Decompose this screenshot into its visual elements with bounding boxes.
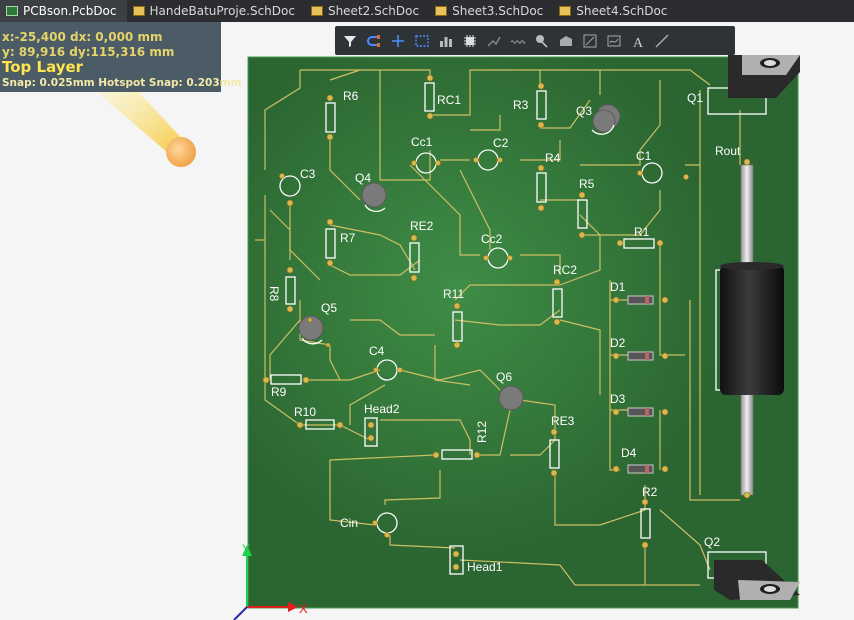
label-q5: Q5: [321, 301, 337, 315]
label-re3: RE3: [551, 414, 575, 428]
label-r8: R8: [267, 286, 281, 302]
label-q1: Q1: [687, 91, 703, 105]
place-pin-icon[interactable]: [531, 30, 553, 52]
label-r1: R1: [634, 225, 650, 239]
coordinate-info-overlay: x:-25,400 dx: 0,000 mm y: 89,916 dy:115,…: [0, 22, 242, 92]
label-rc1: RC1: [437, 93, 461, 107]
label-c1: C1: [636, 149, 652, 163]
axis-x-label: X: [299, 601, 308, 616]
diff-pair-icon[interactable]: [507, 30, 529, 52]
label-r5: R5: [579, 177, 595, 191]
component-icon[interactable]: [459, 30, 481, 52]
label-q3: Q3: [576, 104, 592, 118]
snap-info: Snap: 0.025mm Hotspot Snap: 0.203mm: [2, 77, 242, 89]
label-r6: R6: [343, 89, 359, 103]
current-layer-label: Top Layer: [2, 58, 84, 76]
active-bar-toolbar: A: [335, 26, 735, 55]
label-r11: R11: [443, 287, 464, 301]
label-r9: R9: [271, 385, 287, 399]
label-d1: D1: [610, 280, 626, 294]
label-q4: Q4: [355, 171, 371, 185]
text-icon[interactable]: A: [627, 30, 649, 52]
add-cross-icon[interactable]: [387, 30, 409, 52]
label-head1: Head1: [467, 560, 503, 574]
y-coordinate-readout: y: 89,916 dy:115,316 mm: [2, 45, 175, 59]
label-c2: C2: [493, 136, 509, 150]
label-q2: Q2: [704, 535, 720, 549]
label-cc1: Cc1: [411, 135, 433, 149]
label-cin: Cin: [340, 516, 358, 530]
select-rect-icon[interactable]: [411, 30, 433, 52]
label-c3: C3: [300, 167, 316, 181]
label-r10: R10: [294, 405, 316, 419]
label-re2: RE2: [410, 219, 434, 233]
route-icon[interactable]: [483, 30, 505, 52]
label-d3: D3: [610, 392, 626, 406]
dimension-icon[interactable]: [579, 30, 601, 52]
svg-text:A: A: [633, 36, 644, 49]
line-icon[interactable]: [651, 30, 673, 52]
label-rc2: RC2: [553, 263, 577, 277]
label-r3: R3: [513, 98, 529, 112]
label-c4: C4: [369, 344, 385, 358]
chart-icon[interactable]: [435, 30, 457, 52]
label-cc2: Cc2: [481, 232, 503, 246]
pcb-board-view[interactable]: R6 RC1 R3 Q3 Q1 C3 Q4 Cc1 C2 R4 C1 Rout …: [0, 0, 854, 620]
polygon-icon[interactable]: [555, 30, 577, 52]
view-camera-indicator: [96, 88, 196, 167]
label-r12: R12: [475, 421, 489, 443]
label-head2: Head2: [364, 402, 400, 416]
label-rout: Rout: [715, 144, 741, 158]
interactive-route-icon[interactable]: [363, 30, 385, 52]
filter-icon[interactable]: [339, 30, 361, 52]
label-d4: D4: [621, 446, 637, 460]
x-coordinate-readout: x:-25,400 dx: 0,000 mm: [2, 30, 163, 44]
label-q6: Q6: [496, 370, 512, 384]
label-r2: R2: [642, 485, 658, 499]
axis-y-label: Y: [242, 542, 250, 556]
label-d2: D2: [610, 336, 626, 350]
label-r4: R4: [545, 151, 561, 165]
label-r7: R7: [340, 231, 356, 245]
region-icon[interactable]: [603, 30, 625, 52]
